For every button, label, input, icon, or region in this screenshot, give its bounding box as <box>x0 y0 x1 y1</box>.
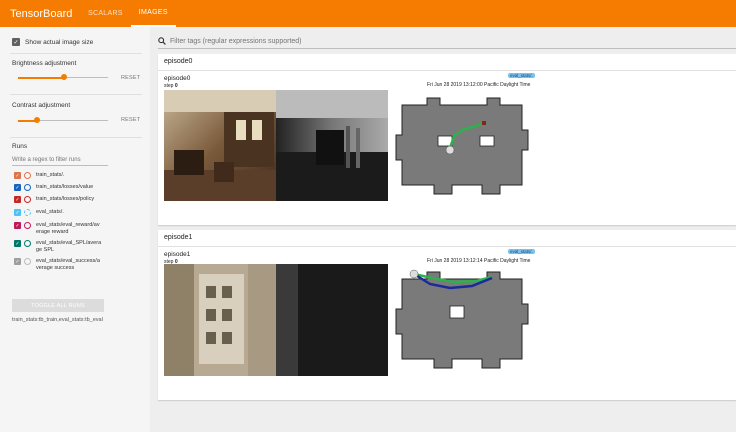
checkbox-checked-icon: ✓ <box>12 38 20 46</box>
card-title: episode0 <box>164 58 193 65</box>
filter-input[interactable]: Filter tags (regular expressions support… <box>170 38 302 45</box>
contrast-reset-button[interactable]: RESET <box>121 117 140 123</box>
image-name: episode0 <box>164 75 191 82</box>
topdown-map-image <box>392 264 532 376</box>
toggle-all-runs-button[interactable]: TOGGLE ALL RUNS <box>12 299 104 312</box>
run-badge: eval_stats/. <box>508 249 535 254</box>
top-bar: TensorBoard SCALARS IMAGES <box>0 0 736 27</box>
brightness-reset-button[interactable]: RESET <box>121 75 140 81</box>
main-content: Filter tags (regular expressions support… <box>150 27 736 432</box>
run-item[interactable]: ✓ eval_stats/eval_SPL/avera ge SPL <box>14 240 144 254</box>
run-color-dot <box>24 184 31 191</box>
run-color-dot <box>24 222 31 229</box>
checkbox-checked-icon[interactable]: ✓ <box>14 222 21 229</box>
show-actual-size-label: Show actual image size <box>25 38 94 46</box>
image-timestamp: Fri Jun 28 2019 13:12:00 Pacific Dayligh… <box>427 82 531 88</box>
checkbox-checked-icon[interactable]: ✓ <box>14 258 21 265</box>
search-icon <box>158 37 166 45</box>
run-color-dot <box>24 240 31 247</box>
tab-images[interactable]: IMAGES <box>130 0 176 27</box>
checkbox-checked-icon[interactable]: ✓ <box>14 240 21 247</box>
depth-observation-image <box>276 90 388 201</box>
runs-title: Runs <box>12 143 28 150</box>
run-color-dot <box>24 258 31 265</box>
divider <box>10 94 142 95</box>
card-title: episode1 <box>164 234 193 241</box>
run-item[interactable]: ✓ eval_stats/eval_reward/av erage reward <box>14 222 144 236</box>
run-color-dot <box>24 209 31 216</box>
tab-scalars[interactable]: SCALARS <box>80 0 131 27</box>
checkbox-checked-icon[interactable]: ✓ <box>14 172 21 179</box>
run-mapping-text: train_stats:tb_train,eval_stats:tb_eval <box>12 317 103 323</box>
image-name: episode1 <box>164 251 191 258</box>
contrast-thumb[interactable] <box>34 117 40 123</box>
run-item[interactable]: ✓ eval_stats/eval_success/a verage succe… <box>14 258 144 272</box>
run-color-dot <box>24 196 31 203</box>
run-item[interactable]: ✓ train_stats/losses/policy <box>14 196 144 203</box>
divider <box>158 70 736 71</box>
topdown-map-image <box>392 90 532 201</box>
run-regex-input[interactable]: Write a regex to filter runs <box>12 157 108 166</box>
run-item[interactable]: ✓ train_stats/losses/value <box>14 184 144 191</box>
brightness-thumb[interactable] <box>61 74 67 80</box>
divider <box>10 53 142 54</box>
filter-underline <box>158 48 736 49</box>
run-badge: eval_stats/. <box>508 73 535 78</box>
tag-filter[interactable]: Filter tags (regular expressions support… <box>158 35 736 47</box>
tag-card: episode1 episode1 step 0 eval_stats/. Fr… <box>158 230 736 400</box>
run-item[interactable]: ✓ train_stats/. <box>14 172 144 179</box>
divider <box>158 246 736 247</box>
run-color-dot <box>24 172 31 179</box>
depth-observation-image <box>276 264 388 376</box>
brightness-label: Brightness adjustment <box>12 60 77 67</box>
checkbox-checked-icon[interactable]: ✓ <box>14 184 21 191</box>
show-actual-size-checkbox[interactable]: ✓ Show actual image size <box>12 38 93 46</box>
rgb-observation-image <box>164 264 276 376</box>
rgb-observation-image <box>164 90 276 201</box>
app-title: TensorBoard <box>10 7 73 20</box>
sidebar: ✓ Show actual image size Brightness adju… <box>0 27 150 432</box>
checkbox-checked-icon[interactable]: ✓ <box>14 209 21 216</box>
divider <box>10 137 142 138</box>
tag-card: episode0 episode0 step 0 eval_stats/. Fr… <box>158 54 736 225</box>
contrast-label: Contrast adjustment <box>12 102 71 109</box>
image-step: step 0 <box>164 83 178 89</box>
checkbox-checked-icon[interactable]: ✓ <box>14 196 21 203</box>
run-item[interactable]: ✓ eval_stats/. <box>14 209 144 216</box>
